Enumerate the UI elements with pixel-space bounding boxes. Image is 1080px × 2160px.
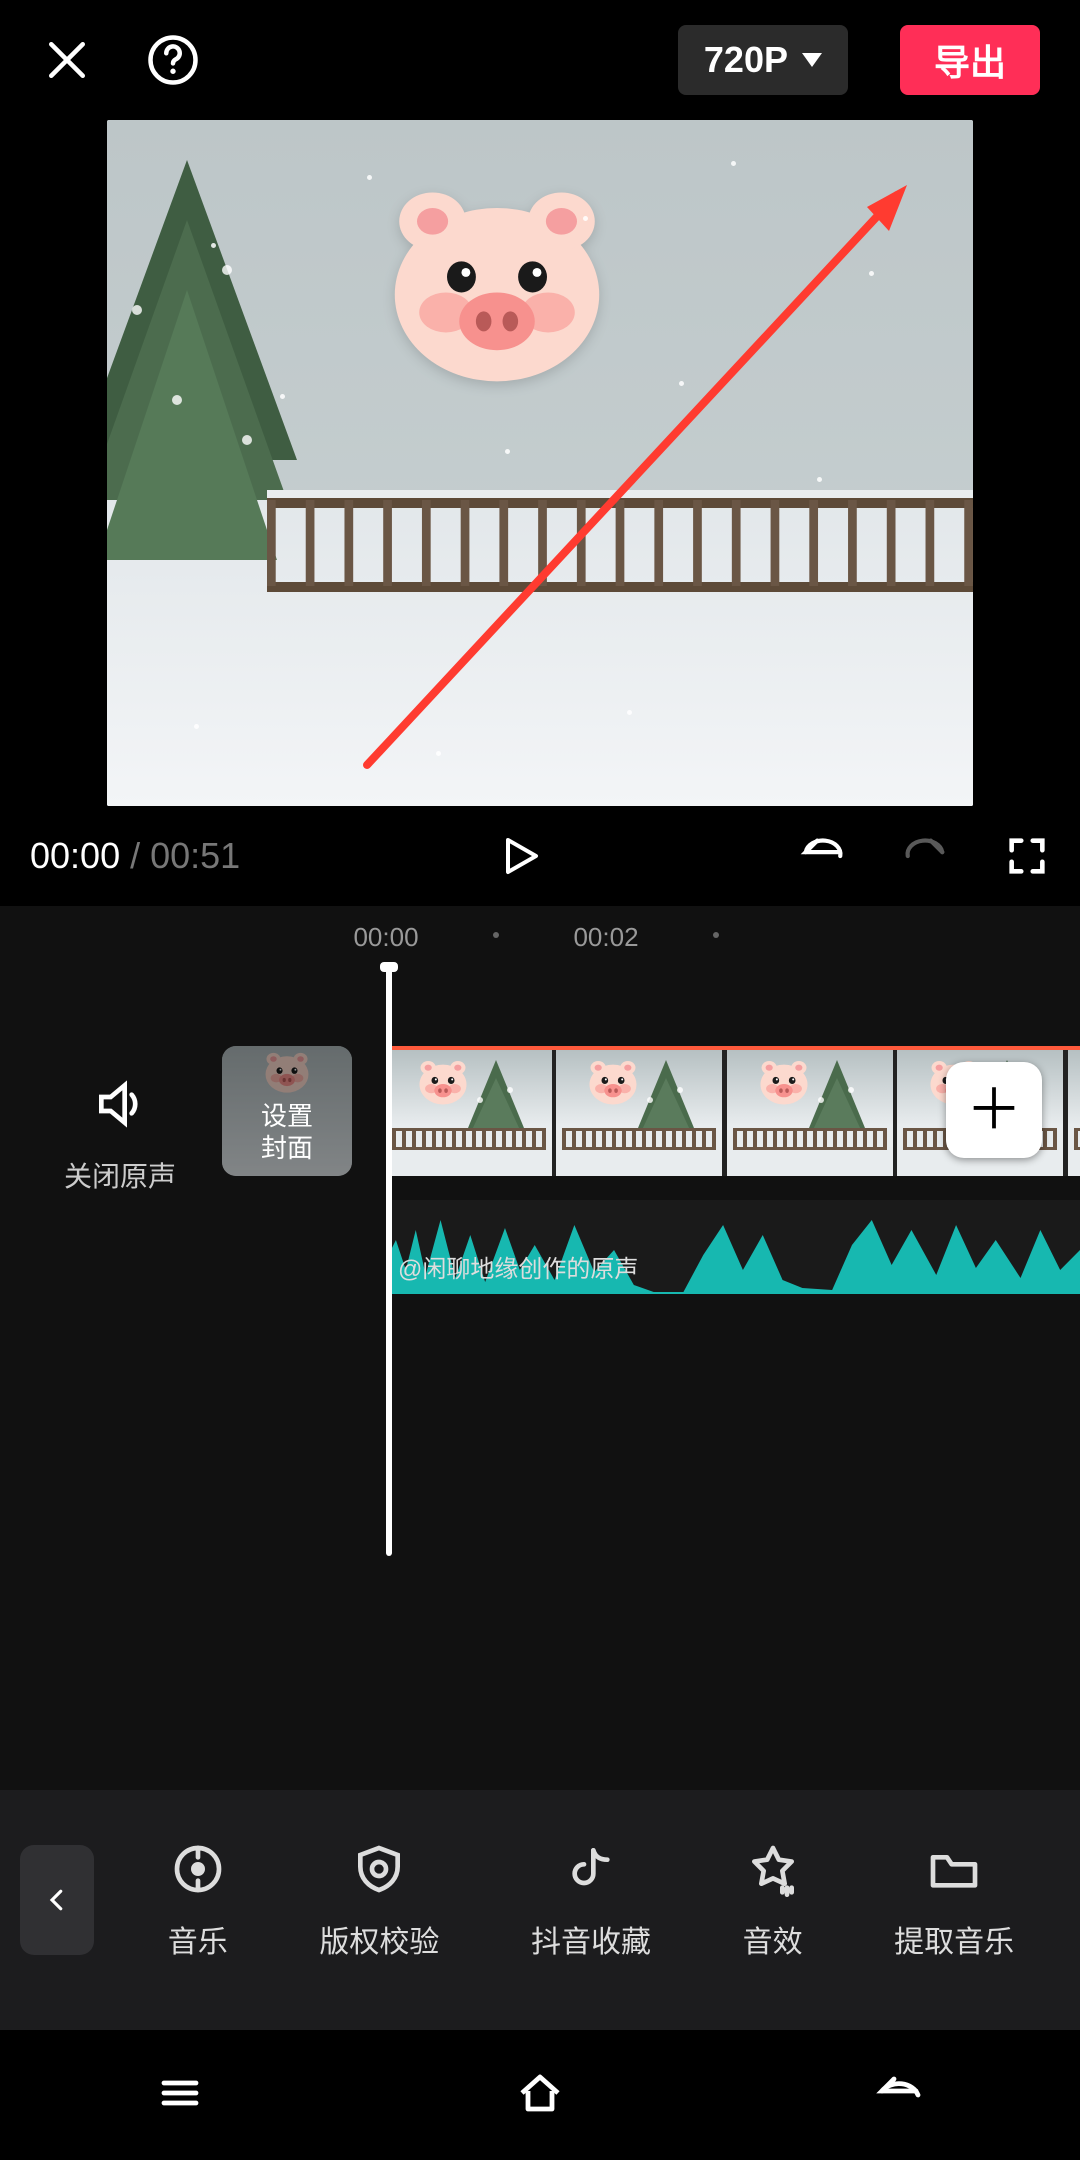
time-separator: /	[130, 835, 140, 877]
tab-label: 提取音乐	[894, 1917, 1014, 1961]
timeline-ruler: 00:00 00:02	[0, 906, 1080, 966]
add-clip-button[interactable]: ＋	[946, 1062, 1042, 1158]
tab-label: 音效	[743, 1917, 803, 1961]
resolution-button[interactable]: 720P	[678, 25, 848, 95]
ruler-tick: 00:00	[353, 922, 418, 953]
clip-thumb	[727, 1050, 893, 1176]
tab-label: 音乐	[168, 1917, 228, 1961]
shield-icon	[349, 1839, 409, 1899]
play-button[interactable]	[496, 832, 544, 880]
plus-icon: ＋	[966, 1082, 1022, 1138]
audio-track[interactable]: @闲聊地缘创作的原声	[386, 1200, 1080, 1294]
ruler-dot	[713, 932, 719, 938]
help-icon[interactable]	[146, 33, 200, 87]
set-cover-button[interactable]: 设置封面	[222, 1046, 352, 1176]
clip-thumb	[1068, 1050, 1080, 1176]
clip-thumb	[556, 1050, 722, 1176]
mute-original-button[interactable]: 关闭原声	[40, 1076, 200, 1195]
music-icon	[168, 1839, 228, 1899]
video-preview[interactable]	[107, 120, 973, 806]
export-button[interactable]: 导出	[900, 25, 1040, 95]
chevron-down-icon	[802, 53, 822, 67]
tool-tabs: 音乐 版权校验 抖音收藏 音效 提取音乐	[0, 1790, 1080, 2030]
nav-recent-button[interactable]	[150, 2069, 210, 2122]
tab-douyin-favorites[interactable]: 抖音收藏	[531, 1839, 651, 1961]
system-nav-bar	[0, 2030, 1080, 2160]
set-cover-label: 设置封面	[222, 1100, 352, 1176]
export-label: 导出	[934, 34, 1006, 86]
audio-track-label: @闲聊地缘创作的原声	[398, 1249, 638, 1284]
close-icon[interactable]	[40, 33, 94, 87]
nav-home-button[interactable]	[510, 2069, 570, 2122]
fullscreen-button[interactable]	[1004, 833, 1050, 879]
playhead[interactable]	[386, 966, 392, 1556]
tab-music[interactable]: 音乐	[168, 1839, 228, 1961]
tab-sound-fx[interactable]: 音效	[743, 1839, 803, 1961]
chevron-left-icon	[42, 1885, 72, 1915]
current-time: 00:00	[30, 835, 120, 877]
resolution-label: 720P	[704, 39, 788, 81]
preview-railing	[267, 490, 973, 600]
star-icon	[743, 1839, 803, 1899]
folder-icon	[924, 1839, 984, 1899]
mute-label: 关闭原声	[40, 1155, 200, 1195]
tab-label: 版权校验	[319, 1917, 439, 1961]
clip-thumb	[386, 1050, 552, 1176]
tab-label: 抖音收藏	[531, 1917, 651, 1961]
redo-button[interactable]	[902, 833, 948, 879]
timecode: 00:00 / 00:51	[30, 835, 240, 877]
douyin-icon	[561, 1839, 621, 1899]
ruler-dot	[493, 932, 499, 938]
speaker-icon	[92, 1076, 148, 1132]
timeline[interactable]: 00:00 00:02 关闭原声 设置封面	[0, 906, 1080, 1790]
undo-button[interactable]	[800, 833, 846, 879]
back-button[interactable]	[20, 1845, 94, 1955]
nav-back-button[interactable]	[870, 2069, 930, 2122]
ruler-tick: 00:02	[573, 922, 638, 953]
tab-copyright[interactable]: 版权校验	[319, 1839, 439, 1961]
pig-sticker	[382, 188, 612, 388]
tab-extract-music[interactable]: 提取音乐	[894, 1839, 1014, 1961]
total-duration: 00:51	[150, 835, 240, 877]
